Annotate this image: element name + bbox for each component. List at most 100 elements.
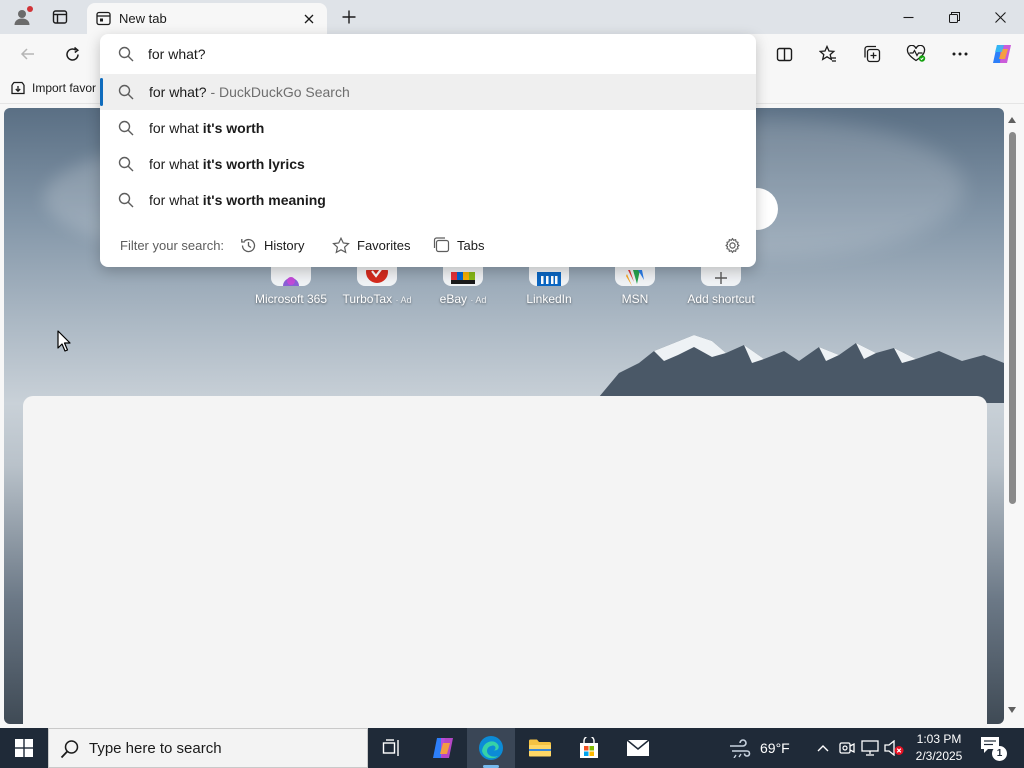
notification-center-button[interactable]: 1 xyxy=(980,736,1007,761)
import-favorites-label: Import favor xyxy=(32,81,97,95)
store-icon xyxy=(580,737,598,758)
heart-pulse-icon xyxy=(906,45,926,62)
tab-title: New tab xyxy=(119,11,167,26)
import-icon xyxy=(11,81,25,95)
shortcut-label: MSN xyxy=(621,292,649,306)
background-mountains xyxy=(594,335,1004,403)
filter-tabs-button[interactable]: Tabs xyxy=(433,235,484,255)
filter-history-label: History xyxy=(264,237,305,253)
volume-muted-icon[interactable] xyxy=(884,738,904,758)
address-bar-dropdown: for what? - DuckDuckGo Search for what i… xyxy=(100,34,756,267)
more-icon xyxy=(952,52,968,56)
split-screen-button[interactable] xyxy=(769,40,799,68)
close-window-button[interactable] xyxy=(977,0,1023,34)
profile-alert-dot xyxy=(27,6,33,12)
suggestion-item[interactable]: for what it's worth xyxy=(100,110,756,146)
weather-temperature: 69°F xyxy=(760,740,790,756)
start-button[interactable] xyxy=(0,728,48,768)
search-icon xyxy=(117,119,135,137)
copilot-icon xyxy=(993,45,1011,63)
search-icon xyxy=(117,191,135,209)
scroll-down-arrow-icon[interactable] xyxy=(1008,706,1016,714)
title-bar: New tab xyxy=(0,0,1024,34)
network-icon[interactable] xyxy=(860,738,880,758)
address-bar xyxy=(100,34,756,74)
filter-favorites-button[interactable]: Favorites xyxy=(332,235,410,255)
new-tab-button[interactable] xyxy=(336,4,362,30)
clock-date: 2/3/2025 xyxy=(915,749,963,763)
folder-icon xyxy=(529,739,551,757)
profile-button[interactable] xyxy=(8,4,36,30)
meet-now-icon[interactable] xyxy=(837,738,857,758)
star-list-icon xyxy=(819,45,836,62)
refresh-button[interactable] xyxy=(57,40,87,68)
taskbar-store-button[interactable] xyxy=(565,728,613,768)
suggestion-text: for what it's worth lyrics xyxy=(149,156,305,172)
gear-icon xyxy=(724,237,740,253)
chevron-up-icon xyxy=(817,745,829,752)
collections-icon xyxy=(864,45,881,63)
copilot-button[interactable] xyxy=(987,40,1017,68)
search-filter-row: Filter your search: History Favorites Ta… xyxy=(100,227,756,263)
restore-icon xyxy=(948,11,960,23)
search-icon xyxy=(117,45,135,63)
tab-close-button[interactable] xyxy=(297,7,321,31)
suggestion-item[interactable]: for what? - DuckDuckGo Search xyxy=(100,74,756,110)
star-icon xyxy=(332,236,350,254)
back-arrow-icon xyxy=(20,48,34,60)
suggestion-item[interactable]: for what it's worth meaning xyxy=(100,182,756,218)
taskbar-search-box[interactable]: Type here to search xyxy=(48,728,368,768)
minimize-button[interactable] xyxy=(885,0,931,34)
windows-taskbar: Type here to search 69°F 1:03 PM 2/3/202… xyxy=(0,728,1024,768)
suggestion-text: for what it's worth xyxy=(149,120,265,136)
filter-label: Filter your search: xyxy=(120,237,225,253)
taskbar-mail-button[interactable] xyxy=(614,728,662,768)
search-icon xyxy=(117,155,135,173)
plus-icon xyxy=(342,10,356,24)
taskbar-clock[interactable]: 1:03 PM 2/3/2025 xyxy=(906,731,972,765)
shortcut-label: TurboTax · Ad xyxy=(342,292,412,306)
taskbar-copilot-button[interactable] xyxy=(419,728,467,768)
suggestion-item[interactable]: for what it's worth lyrics xyxy=(100,146,756,182)
taskbar-file-explorer-button[interactable] xyxy=(516,728,564,768)
import-favorites-button[interactable]: Import favor xyxy=(10,80,96,96)
favorites-button[interactable] xyxy=(813,40,843,68)
scroll-up-arrow-icon[interactable] xyxy=(1008,116,1016,124)
search-icon xyxy=(60,740,79,759)
tab-actions-button[interactable] xyxy=(46,4,74,30)
windows-logo-icon xyxy=(15,739,33,757)
vertical-tabs-icon xyxy=(52,10,68,24)
browser-essentials-button[interactable] xyxy=(901,40,931,68)
weather-widget[interactable]: 69°F xyxy=(728,728,790,768)
copilot-icon xyxy=(433,738,453,758)
settings-more-button[interactable] xyxy=(945,40,975,68)
taskbar-edge-button[interactable] xyxy=(467,728,515,768)
selection-indicator xyxy=(100,78,103,106)
close-icon xyxy=(994,11,1006,23)
taskbar-search-placeholder: Type here to search xyxy=(89,740,222,757)
history-icon xyxy=(240,237,257,254)
mouse-cursor-icon xyxy=(57,330,71,352)
back-button[interactable] xyxy=(13,40,43,68)
search-settings-button[interactable] xyxy=(723,236,741,254)
scrollbar-thumb[interactable] xyxy=(1009,132,1016,504)
filter-favorites-label: Favorites xyxy=(357,237,411,253)
content-feed-panel xyxy=(23,396,987,728)
filter-history-button[interactable]: History xyxy=(240,235,304,255)
address-input[interactable] xyxy=(148,44,708,64)
notification-count-badge: 1 xyxy=(992,746,1007,761)
wind-icon xyxy=(728,738,752,758)
edge-icon xyxy=(479,736,503,760)
close-icon xyxy=(304,14,314,23)
tabs-icon xyxy=(433,237,450,253)
suggestion-text: for what? - DuckDuckGo Search xyxy=(149,84,350,100)
page-scrollbar[interactable] xyxy=(1004,108,1020,724)
task-view-button[interactable] xyxy=(368,728,416,768)
show-hidden-icons-button[interactable] xyxy=(813,738,833,758)
restore-button[interactable] xyxy=(931,0,977,34)
split-screen-icon xyxy=(776,47,792,61)
task-view-icon xyxy=(382,739,399,756)
minimize-icon xyxy=(903,16,913,18)
tab-new-tab[interactable]: New tab xyxy=(87,3,327,34)
collections-button[interactable] xyxy=(857,40,887,68)
